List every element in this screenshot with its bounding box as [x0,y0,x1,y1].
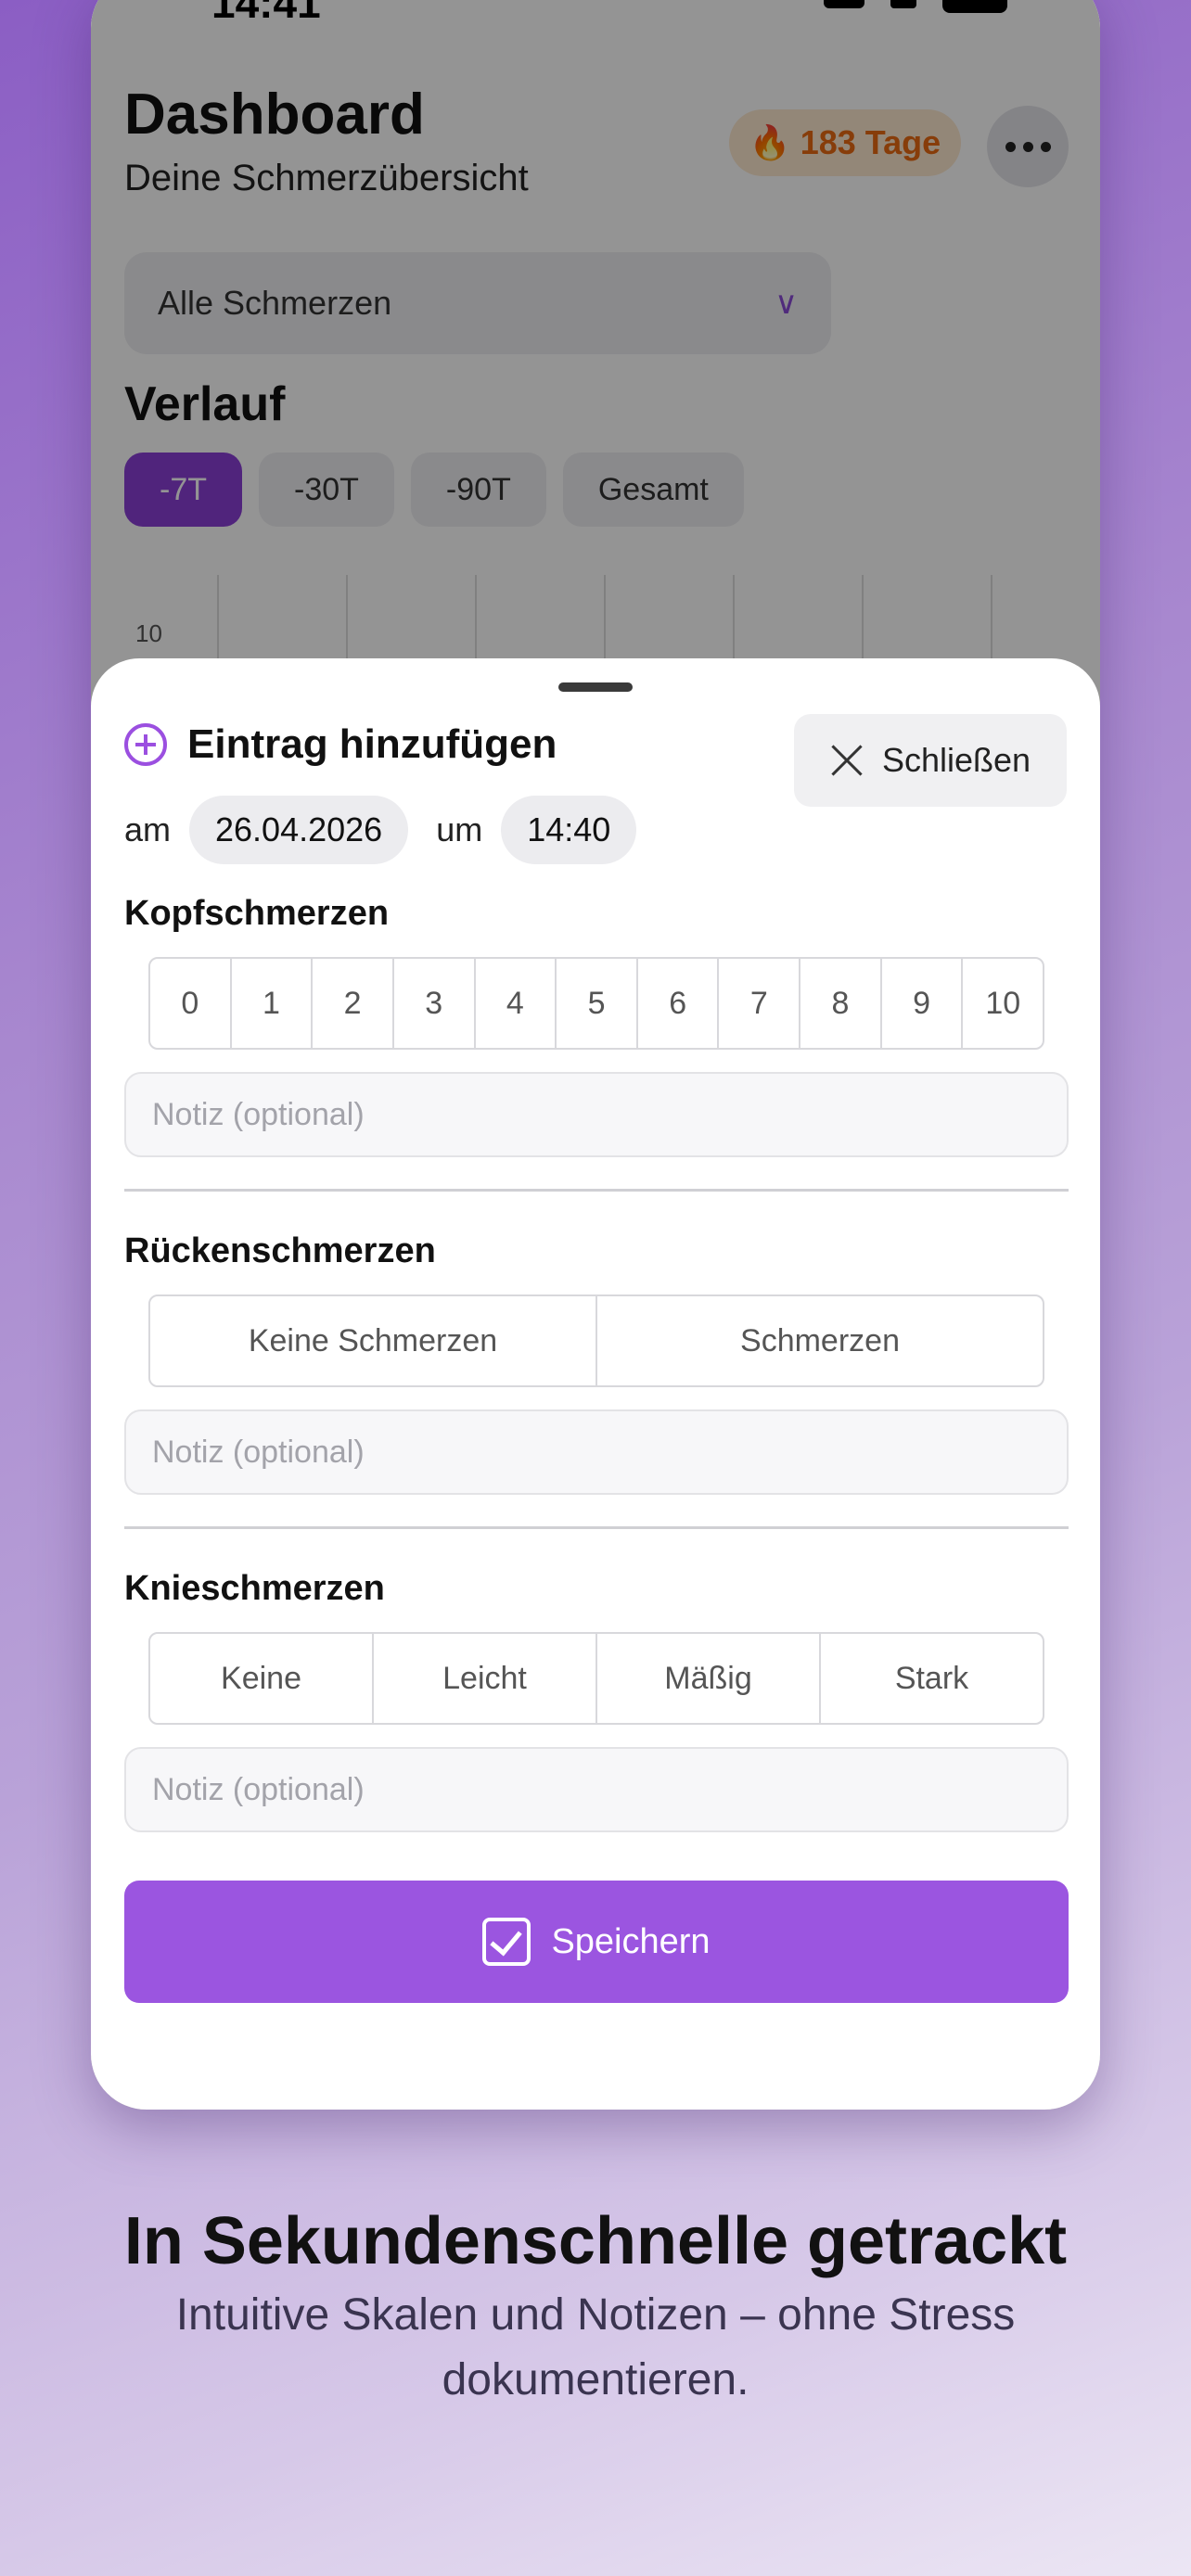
phone-frame: 14:41 Dashboard Deine Schmerzübersicht 🔥… [91,0,1100,2110]
backpain-toggle: Keine Schmerzen Schmerzen [148,1294,1044,1387]
kneepain-option[interactable]: Keine [150,1634,374,1723]
headache-scale: 0 1 2 3 4 5 6 7 8 9 10 [148,957,1044,1050]
scale-option[interactable]: 2 [313,959,394,1048]
backpain-note-input[interactable]: Notiz (optional) [124,1409,1069,1495]
save-button[interactable]: Speichern [124,1881,1069,2003]
section-title-kopfschmerzen: Kopfschmerzen [124,894,390,933]
marketing-headline: In Sekundenschnelle getrackt [123,2204,1068,2278]
datetime-row: am 26.04.2026 um 14:40 [124,796,637,864]
kneepain-option[interactable]: Leicht [374,1634,597,1723]
backpain-option-pain[interactable]: Schmerzen [597,1296,1043,1385]
scale-option[interactable]: 7 [719,959,801,1048]
scale-option[interactable]: 9 [882,959,964,1048]
sheet-header: Eintrag hinzufügen [124,721,557,768]
scale-option[interactable]: 10 [963,959,1043,1048]
time-prefix: um [436,810,483,848]
date-prefix: am [124,810,172,848]
close-button[interactable]: Schließen [794,714,1067,807]
kneepain-scale: Keine Leicht Mäßig Stark [148,1632,1044,1725]
scale-option[interactable]: 5 [557,959,638,1048]
section-divider [124,1526,1069,1529]
headache-note-input[interactable]: Notiz (optional) [124,1072,1069,1157]
scale-option[interactable]: 6 [638,959,720,1048]
close-icon [830,744,864,777]
marketing-subline: Intuitive Skalen und Notizen – ohne Stre… [175,2290,1016,2404]
scale-option[interactable]: 4 [476,959,557,1048]
sheet-grabber[interactable] [558,682,633,692]
scale-option[interactable]: 0 [150,959,232,1048]
section-divider [124,1189,1069,1192]
time-picker[interactable]: 14:40 [501,796,637,864]
kneepain-option[interactable]: Mäßig [597,1634,821,1723]
kneepain-option[interactable]: Stark [821,1634,1043,1723]
sheet-title: Eintrag hinzufügen [187,721,557,767]
date-picker[interactable]: 26.04.2026 [189,796,409,864]
save-label: Speichern [551,1921,711,1961]
section-title-rueckenschmerzen: Rückenschmerzen [124,1231,436,1270]
scale-option[interactable]: 1 [232,959,314,1048]
backpain-option-none[interactable]: Keine Schmerzen [150,1296,597,1385]
section-title-knieschmerzen: Knieschmerzen [124,1569,385,1608]
kneepain-note-input[interactable]: Notiz (optional) [124,1747,1069,1832]
checkbox-icon [482,1918,531,1966]
scale-option[interactable]: 3 [394,959,476,1048]
plus-circle-icon [124,723,167,766]
close-label: Schließen [881,741,1031,779]
add-entry-sheet: Eintrag hinzufügen Schließen am 26.04.20… [91,658,1100,2110]
scale-option[interactable]: 8 [800,959,882,1048]
